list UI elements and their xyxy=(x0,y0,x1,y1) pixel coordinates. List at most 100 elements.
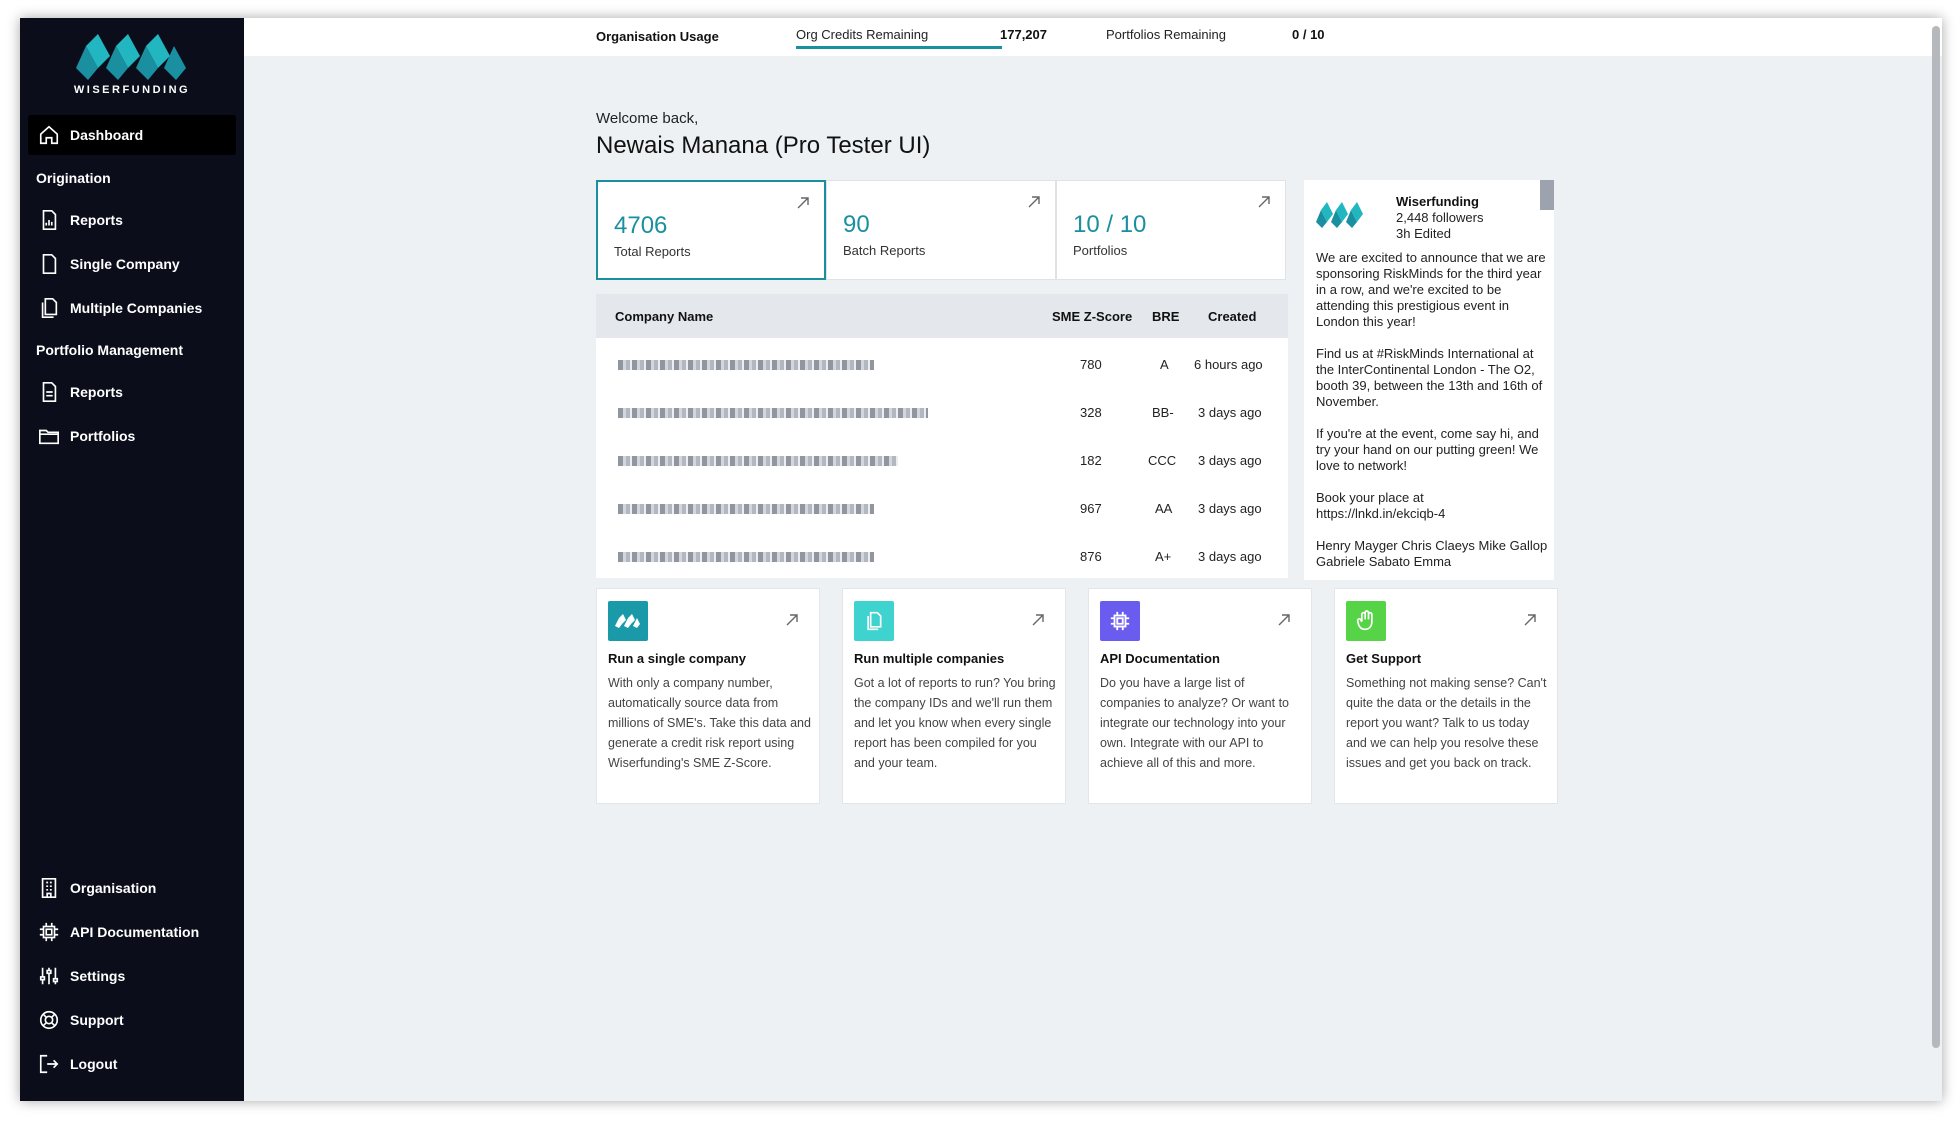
portfolios-label: Portfolios Remaining xyxy=(1106,27,1226,42)
feed-edited: 3h Edited xyxy=(1396,226,1451,241)
stat-batch-reports[interactable]: 90 Batch Reports xyxy=(826,180,1056,280)
sidebar-item-label: Multiple Companies xyxy=(70,300,203,316)
sidebar-item-label: Single Company xyxy=(70,256,180,272)
sidebar-item-dashboard[interactable]: Dashboard xyxy=(28,115,236,155)
sidebar-item-label: Settings xyxy=(70,968,126,984)
row-bre: AA xyxy=(1155,501,1173,516)
card-api-documentation[interactable]: API Documentation Do you have a large li… xyxy=(1088,588,1312,804)
welcome-greeting: Welcome back, xyxy=(596,110,699,127)
row-score: 967 xyxy=(1080,501,1102,516)
card-description: Got a lot of reports to run? You bring t… xyxy=(854,676,1056,770)
sidebar-item-label: Reports xyxy=(70,384,123,400)
feed-paragraph[interactable]: Book your place at https://lnkd.in/ekciq… xyxy=(1316,490,1548,522)
stat-total-reports[interactable]: 4706 Total Reports xyxy=(596,180,826,280)
hand-icon xyxy=(1346,601,1386,641)
row-score: 182 xyxy=(1080,453,1102,468)
stat-portfolios[interactable]: 10 / 10 Portfolios xyxy=(1056,180,1286,280)
sidebar-item-label: Portfolios xyxy=(70,428,136,444)
row-created: 6 hours ago xyxy=(1194,357,1263,372)
column-company-name[interactable]: Company Name xyxy=(615,309,713,324)
external-arrow-icon xyxy=(786,614,798,626)
row-created: 3 days ago xyxy=(1198,405,1262,420)
row-score: 328 xyxy=(1080,405,1102,420)
feed-scrollbar[interactable] xyxy=(1540,180,1554,210)
sidebar-item-label: Reports xyxy=(70,212,123,228)
sidebar-item-portfolio-reports[interactable]: Reports xyxy=(28,372,236,412)
column-created[interactable]: Created xyxy=(1208,309,1256,324)
row-bre: CCC xyxy=(1148,453,1177,468)
sidebar-item-single-company[interactable]: Single Company xyxy=(28,244,236,284)
table-row[interactable]: 328 BB- 3 days ago xyxy=(596,388,1288,436)
external-arrow-icon xyxy=(1278,614,1290,626)
stat-label: Total Reports xyxy=(614,244,691,259)
card-description: Do you have a large list of companies to… xyxy=(1100,676,1289,770)
feed-paragraph: If you're at the event, come say hi, and… xyxy=(1316,426,1539,473)
feed-author[interactable]: Wiserfunding xyxy=(1396,194,1479,209)
home-icon xyxy=(39,125,59,145)
card-run-single-company[interactable]: Run a single company With only a company… xyxy=(596,588,820,804)
folder-icon xyxy=(39,429,59,445)
card-get-support[interactable]: Get Support Something not making sense? … xyxy=(1334,588,1558,804)
sidebar-item-api-documentation[interactable]: API Documentation xyxy=(28,912,236,952)
wiserfunding-logo-icon xyxy=(76,34,186,80)
logo-icon xyxy=(608,601,648,641)
row-bre: BB- xyxy=(1152,405,1174,420)
table-header: Company Name SME Z-Score BRE Created xyxy=(596,294,1288,338)
company-name-redacted xyxy=(618,456,898,466)
external-arrow-icon xyxy=(1032,614,1044,626)
sidebar-item-label: Organisation xyxy=(70,880,157,896)
sidebar-item-label: Support xyxy=(70,1012,124,1028)
app-window: WISERFUNDING Dashboard Origination Repor… xyxy=(20,18,1942,1101)
sidebar-item-portfolios[interactable]: Portfolios xyxy=(28,416,236,456)
sidebar-item-label: Logout xyxy=(70,1056,118,1072)
sidebar-item-origination-reports[interactable]: Reports xyxy=(28,200,236,240)
chip-icon xyxy=(39,922,59,942)
stat-value: 10 / 10 xyxy=(1073,211,1147,238)
sidebar-item-logout[interactable]: Logout xyxy=(28,1044,236,1084)
company-name-redacted xyxy=(618,504,874,514)
card-title: Run a single company xyxy=(608,651,746,666)
table-row[interactable]: 967 AA 3 days ago xyxy=(596,484,1288,532)
stat-value: 90 xyxy=(843,211,870,238)
row-created: 3 days ago xyxy=(1198,501,1262,516)
credits-value: 177,207 xyxy=(1000,27,1047,42)
usage-title: Organisation Usage xyxy=(596,29,719,44)
feed-paragraph: We are excited to announce that we are s… xyxy=(1316,250,1546,329)
external-arrow-icon xyxy=(1258,196,1270,208)
external-arrow-icon xyxy=(1028,196,1040,208)
feed-paragraph: Henry Mayger Chris Claeys Mike Gallop Ga… xyxy=(1316,538,1548,569)
news-feed[interactable]: Wiserfunding 2,448 followers 3h Edited W… xyxy=(1304,180,1554,580)
credits-label: Org Credits Remaining xyxy=(796,27,929,42)
column-bre[interactable]: BRE xyxy=(1152,309,1179,324)
card-description: Something not making sense? Can't quite … xyxy=(1346,676,1547,770)
card-run-multiple-companies[interactable]: Run multiple companies Got a lot of repo… xyxy=(842,588,1066,804)
sidebar-item-organisation[interactable]: Organisation xyxy=(28,868,236,908)
card-description: With only a company number, automaticall… xyxy=(608,676,811,770)
column-sme-z-score[interactable]: SME Z-Score xyxy=(1052,309,1132,324)
sidebar-item-multiple-companies[interactable]: Multiple Companies xyxy=(28,288,236,328)
recent-reports-table: Company Name SME Z-Score BRE Created 780… xyxy=(596,294,1288,578)
company-name-redacted xyxy=(618,552,874,562)
brand-logo[interactable]: WISERFUNDING xyxy=(20,34,244,96)
stat-label: Batch Reports xyxy=(843,243,926,258)
brand-name: WISERFUNDING xyxy=(73,84,191,96)
row-created: 3 days ago xyxy=(1198,549,1262,564)
sliders-icon xyxy=(39,967,59,985)
sidebar-item-label: API Documentation xyxy=(70,924,200,940)
sidebar-item-label: Dashboard xyxy=(70,127,144,143)
row-score: 780 xyxy=(1080,357,1102,372)
company-name-redacted xyxy=(618,408,928,418)
table-row[interactable]: 876 A+ 3 days ago xyxy=(596,532,1288,578)
logout-icon xyxy=(39,1054,59,1074)
report-icon xyxy=(42,210,57,230)
copy-icon xyxy=(854,601,894,641)
stat-label: Portfolios xyxy=(1073,243,1128,258)
documents-icon xyxy=(41,298,58,318)
sidebar-item-settings[interactable]: Settings xyxy=(28,956,236,996)
sidebar-item-support[interactable]: Support xyxy=(28,1000,236,1040)
table-row[interactable]: 780 A 6 hours ago xyxy=(596,340,1288,388)
company-name-redacted xyxy=(618,360,874,370)
page-scrollbar[interactable] xyxy=(1932,26,1940,1048)
table-row[interactable]: 182 CCC 3 days ago xyxy=(596,436,1288,484)
lifebuoy-icon xyxy=(39,1010,59,1030)
